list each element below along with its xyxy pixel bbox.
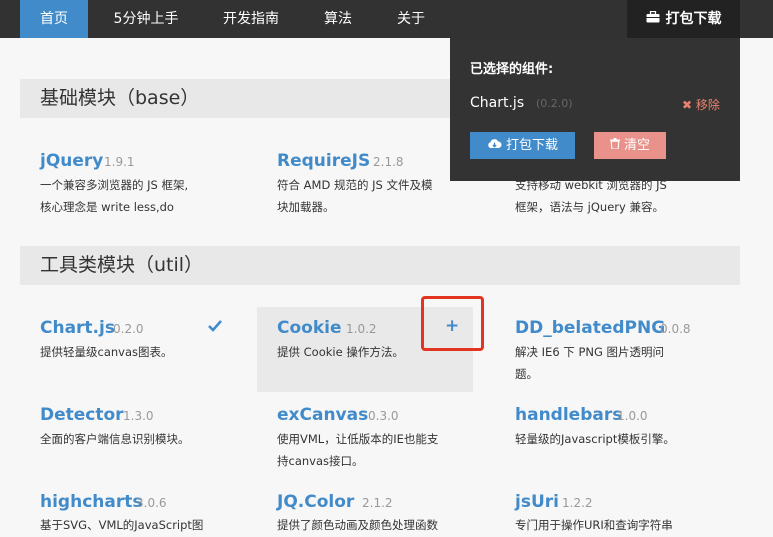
- remove-label: 移除: [695, 98, 720, 112]
- nav-download-label: 打包下载: [665, 11, 722, 27]
- module-title[interactable]: RequireJS: [277, 151, 370, 171]
- module-title[interactable]: DD_belatedPNG: [515, 318, 665, 338]
- nav-item-home[interactable]: 首页: [20, 0, 88, 38]
- module-title[interactable]: highcharts: [40, 492, 142, 512]
- nav-item-guide[interactable]: 开发指南: [212, 0, 290, 38]
- module-desc-line: 核心理念是 write less,do: [40, 200, 174, 214]
- selected-item-name: Chart.js: [470, 95, 525, 111]
- module-title[interactable]: Detector: [40, 405, 124, 425]
- module-desc-line: 持canvas接口。: [277, 454, 364, 468]
- module-version: 2.1.8: [373, 155, 404, 169]
- module-title[interactable]: jsUri: [515, 492, 559, 512]
- module-version: 1.2.2: [562, 496, 593, 510]
- module-version: 1.0.2: [346, 322, 377, 336]
- module-version: 3.0.6: [136, 496, 167, 510]
- module-version: 1.3.0: [123, 409, 154, 423]
- module-desc-line: 使用VML，让低版本的IE也能支: [277, 432, 439, 446]
- module-title[interactable]: JQ.Color: [277, 492, 354, 512]
- remove-button[interactable]: ✖ 移除: [682, 96, 720, 113]
- module-desc-line: 提供 Cookie 操作方法。: [277, 345, 404, 359]
- clear-label: 清空: [623, 138, 650, 153]
- module-desc-line: 专门用于操作URI和查询字符串: [515, 518, 673, 532]
- section-heading-util: 工具类模块（util）: [20, 246, 740, 285]
- module-desc-line: 轻量级的Javascript模板引擎。: [515, 432, 675, 446]
- top-nav: 首页 5分钟上手 开发指南 算法 关于 打包下载: [0, 0, 773, 38]
- checkmark-icon[interactable]: [207, 318, 223, 332]
- selected-components-panel: 已选择的组件: Chart.js (0.2.0) ✖ 移除 打包下载 清空: [450, 38, 740, 181]
- module-desc-line: 块加载器。: [277, 200, 335, 214]
- module-version: 2.1.2: [362, 496, 393, 510]
- module-desc-line: 提供轻量级canvas图表。: [40, 345, 173, 359]
- highlight-box: [421, 296, 484, 351]
- nav-item-algorithm[interactable]: 算法: [312, 0, 364, 38]
- module-desc-line: 一个兼容多浏览器的 JS 框架,: [40, 178, 189, 192]
- nav-item-quickstart[interactable]: 5分钟上手: [104, 0, 188, 38]
- nav-download-button[interactable]: 打包下载: [627, 0, 740, 38]
- module-version: 0.3.0: [368, 409, 399, 423]
- module-title[interactable]: Cookie: [277, 318, 342, 338]
- cloud-download-icon: [487, 132, 502, 159]
- module-version: 1.9.1: [104, 155, 135, 169]
- module-version: 0.0.8: [660, 322, 691, 336]
- module-desc-line: 提供了颜色动画及颜色处理函数: [277, 518, 438, 532]
- module-title[interactable]: exCanvas: [277, 405, 368, 425]
- selected-item-version: (0.2.0): [536, 97, 573, 110]
- clear-button[interactable]: 清空: [594, 132, 666, 159]
- module-version: 1.0.0: [617, 409, 648, 423]
- briefcase-icon: [646, 0, 660, 38]
- download-button[interactable]: 打包下载: [470, 132, 575, 159]
- module-title[interactable]: jQuery: [40, 151, 103, 171]
- trash-icon: [609, 132, 620, 159]
- module-desc-line: 符合 AMD 规范的 JS 文件及模: [277, 178, 433, 192]
- module-title[interactable]: handlebars: [515, 405, 622, 425]
- nav-item-about[interactable]: 关于: [386, 0, 436, 38]
- module-desc-line: 全面的客户端信息识别模块。: [40, 432, 190, 446]
- module-desc-line: 解决 IE6 下 PNG 图片透明问: [515, 345, 665, 359]
- module-version: 0.2.0: [113, 322, 144, 336]
- module-desc-line: 框架，语法与 jQuery 兼容。: [515, 200, 664, 214]
- module-title[interactable]: Chart.js: [40, 318, 115, 338]
- module-desc-line: 基于SVG、VML的JavaScript图: [40, 518, 204, 532]
- close-icon: ✖: [682, 98, 693, 112]
- download-label: 打包下载: [505, 138, 558, 153]
- panel-title: 已选择的组件:: [470, 62, 554, 77]
- module-desc-line: 题。: [515, 367, 538, 381]
